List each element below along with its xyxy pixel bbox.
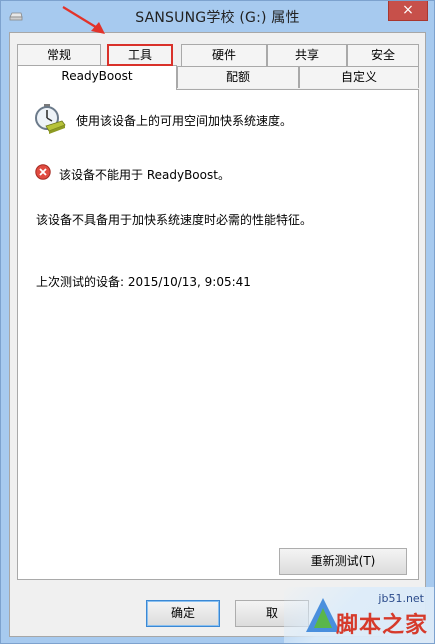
use-device-text: 使用该设备上的可用空间加快系统速度。 [76, 114, 293, 128]
close-button[interactable]: × [388, 1, 428, 21]
tab-general[interactable]: 常规 [17, 44, 101, 66]
tab-customize[interactable]: 自定义 [299, 66, 419, 88]
ok-button[interactable]: 确定 [146, 600, 220, 627]
tab-sharing[interactable]: 共享 [267, 44, 347, 66]
tab-security[interactable]: 安全 [347, 44, 419, 66]
tab-readyboost[interactable]: ReadyBoost [17, 65, 177, 90]
site-watermark: jb51.net 脚本之家 [284, 587, 434, 643]
readyboost-panel: 使用该设备上的可用空间加快系统速度。 该设备不能用于 ReadyBoost。 该… [17, 89, 419, 580]
cannot-use-text: 该设备不能用于 ReadyBoost。 [59, 168, 230, 182]
watermark-url: jb51.net [378, 592, 424, 605]
tab-tools[interactable]: 工具 [107, 44, 173, 66]
last-test-text: 上次测试的设备: 2015/10/13, 9:05:41 [36, 275, 251, 289]
retest-button[interactable]: 重新测试(T) [279, 548, 407, 575]
error-icon [35, 164, 51, 180]
tab-quota[interactable]: 配额 [177, 66, 299, 88]
dialog-client-area: 常规 工具 硬件 共享 安全 ReadyBoost 配额 自定义 使用该设备上的… [9, 32, 426, 637]
tab-row-lower: ReadyBoost 配额 自定义 [17, 65, 419, 90]
reason-text: 该设备不具备用于加快系统速度时必需的性能特征。 [36, 213, 313, 227]
watermark-name: 脚本之家 [335, 613, 428, 638]
tab-hardware[interactable]: 硬件 [181, 44, 267, 66]
tab-row-upper: 常规 工具 硬件 共享 安全 [17, 44, 419, 66]
stopwatch-drive-icon [35, 104, 66, 134]
red-arrow-annotation [62, 6, 105, 34]
properties-window: SANSUNG学校 (G:) 属性 × 常规 工具 硬件 共享 安全 Ready… [0, 0, 435, 644]
